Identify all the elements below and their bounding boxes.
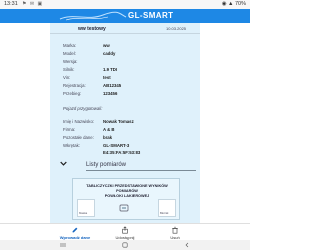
field-value-name: Nowak Tomasz — [103, 119, 134, 124]
paint-gauge-icon — [119, 204, 129, 212]
bottom-navigation: Wprowadź dane Udostępnij Usuń — [0, 223, 250, 240]
app-header: GL-SMART — [0, 9, 250, 23]
system-navigation — [0, 240, 250, 250]
field-value-device: GL-SMART-3 — [103, 143, 130, 148]
field-label-przebieg: Przebieg: — [63, 91, 82, 96]
field-value-company: A & B — [103, 127, 115, 132]
field-value-device-mac: E4:35:FA:5F:53:83 — [103, 150, 141, 155]
app-logo: GL-SMART — [128, 11, 174, 20]
measurement-slot-blotnik[interactable]: Błotnik — [158, 199, 176, 217]
recent-apps-icon[interactable] — [60, 242, 66, 248]
pencil-icon — [72, 227, 78, 233]
slot-label-maska: Maska — [79, 211, 88, 215]
measurement-slot-maska[interactable]: Maska — [77, 199, 95, 217]
measurement-card[interactable]: TABLICZYCZKI PRZEDSTAWIONE WYNIKÓW POMIA… — [72, 178, 180, 220]
home-icon[interactable] — [122, 242, 128, 248]
field-label-name: Imię i Nazwisko: — [63, 119, 95, 124]
field-label-wersja: Wersja: — [63, 59, 78, 64]
divider — [86, 170, 196, 171]
card-title: TABLICZYCZKI PRZEDSTAWIONE WYNIKÓW POMIA… — [77, 184, 177, 199]
field-label-marka: Marka: — [63, 43, 77, 48]
field-value-rejestracja: AB12345 — [103, 83, 122, 88]
card-title-line-1: TABLICZYCZKI PRZEDSTAWIONE WYNIKÓW POMIA… — [86, 184, 168, 193]
document-date: 10.03.2025 — [166, 26, 187, 31]
share-icon — [122, 226, 128, 234]
field-label-vin: Vin: — [63, 75, 71, 80]
field-label-other: Pozostałe dane: — [63, 135, 94, 140]
field-label-silnik: Silnik: — [63, 67, 75, 72]
field-value-model: caddy — [103, 51, 116, 56]
battery-indicator: ◉ ▲ 70% — [221, 1, 246, 7]
field-label-rejestracja: Rejestracja: — [63, 83, 86, 88]
section-title-prepared-by: Pojazd przygotowali: — [63, 106, 103, 111]
nav-delete[interactable]: Usuń — [150, 225, 200, 240]
nav-enter-data[interactable]: Wprowadź dane — [50, 225, 100, 240]
field-value-vin: test — [103, 75, 111, 80]
chevron-down-icon[interactable] — [60, 160, 67, 167]
document-title: ww testowy — [78, 26, 106, 32]
document-panel[interactable]: ww testowy 10.03.2025 Marka: ww Model: c… — [50, 23, 200, 223]
status-time: 13:31 — [4, 1, 18, 7]
slot-label-blotnik: Błotnik — [160, 211, 169, 215]
field-value-marka: ww — [103, 43, 110, 48]
document-header: ww testowy 10.03.2025 — [50, 25, 200, 34]
field-label-device: Wkrętak: — [63, 143, 80, 148]
field-label-company: Firma: — [63, 127, 76, 132]
logo-swoosh-icon — [59, 11, 127, 21]
back-icon[interactable] — [184, 242, 190, 248]
field-label-model: Model: — [63, 51, 76, 56]
nav-share[interactable]: Udostępnij — [100, 225, 150, 240]
status-bar: 13:31 ⚑ ✉ ▣ ◉ ▲ 70% — [0, 0, 250, 9]
field-value-przebieg: 123456 — [103, 91, 118, 96]
notification-icons: ⚑ ✉ ▣ — [22, 1, 44, 7]
field-value-other: brak — [103, 135, 113, 140]
measurement-list-title: Listy pomiarów — [86, 162, 127, 168]
field-value-silnik: 1.9 TDI — [103, 67, 118, 72]
trash-icon — [172, 226, 178, 234]
